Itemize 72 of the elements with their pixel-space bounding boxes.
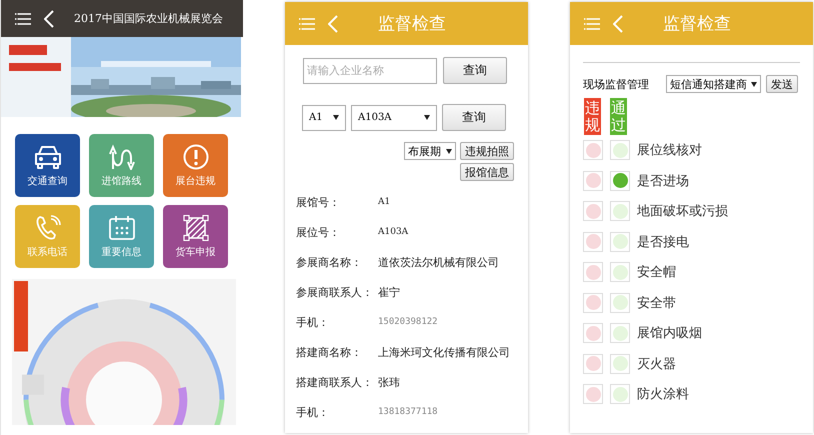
check-item-label: 展位线核对 [637, 142, 702, 160]
check-item-label: 防火涂料 [637, 386, 689, 404]
field-label: 展位号： [296, 224, 341, 240]
violation-checkbox[interactable] [583, 262, 603, 282]
pass-checkbox[interactable] [610, 354, 630, 374]
field-label: 手机： [296, 404, 330, 420]
menu-icon[interactable] [14, 12, 32, 26]
pass-checkbox[interactable] [610, 292, 630, 313]
field-value: 上海米珂文化传播有限公司 [378, 344, 510, 360]
caret-icon [333, 115, 339, 120]
check-item-label: 灭火器 [637, 356, 676, 373]
check-item-label: 地面破坏或污损 [637, 203, 728, 220]
hall-select[interactable]: A1 [302, 104, 346, 130]
notify-select[interactable]: 短信通知搭建商 [666, 75, 761, 93]
check-item-label: 安全带 [637, 294, 676, 312]
check-item-label: 安全帽 [637, 264, 676, 282]
pass-checkbox[interactable] [610, 262, 630, 282]
field-value: 15020398122 [378, 317, 438, 327]
violation-checkbox[interactable] [583, 140, 603, 160]
header-title: 监督检查 [378, 13, 446, 35]
menu-tile[interactable]: 交通查询 [15, 134, 80, 197]
company-search-field[interactable]: 请输入企业名称 [303, 58, 437, 84]
section-label: 现场监督管理 [583, 76, 650, 92]
car-icon [32, 144, 62, 170]
field-value: 13818377118 [378, 407, 438, 417]
field-value: 崔宁 [378, 284, 400, 300]
violation-checkbox[interactable] [583, 170, 603, 191]
violation-checkbox[interactable] [583, 354, 603, 374]
query-button[interactable]: 查询 [443, 57, 507, 84]
field-value: A103A [378, 227, 408, 237]
column-header: 违规 [584, 98, 601, 135]
violation-checkbox[interactable] [583, 323, 603, 344]
field-value: 道依茨法尔机械有限公司 [378, 254, 499, 270]
violation-checkbox[interactable] [583, 232, 603, 252]
alert-icon [180, 144, 210, 170]
back-icon[interactable] [44, 10, 54, 28]
field-label: 参展商名称： [296, 254, 363, 270]
menu-tile[interactable]: 货车申报 [163, 205, 228, 268]
pass-checkbox[interactable] [610, 384, 630, 404]
field-label: 展馆号： [296, 194, 341, 210]
pass-checkbox[interactable] [610, 201, 630, 222]
caret-icon [424, 115, 430, 120]
header-title: 2017中国国际农业机械展览会 [74, 11, 223, 26]
field-value: 张玮 [378, 374, 400, 390]
column-header: 通过 [610, 98, 627, 135]
caret-icon [751, 82, 757, 86]
period-select[interactable]: 布展期 [404, 142, 456, 160]
check-item-label: 是否进场 [637, 172, 689, 190]
send-button[interactable]: 发送 [766, 75, 798, 93]
violation-checkbox[interactable] [583, 292, 603, 313]
query-button[interactable]: 查询 [442, 104, 506, 131]
hatched-square-icon [180, 214, 210, 240]
pass-checkbox[interactable] [610, 140, 630, 160]
pass-checkbox[interactable] [610, 170, 630, 191]
violation-photo-button[interactable]: 违规拍照 [460, 142, 514, 160]
caret-icon [446, 148, 452, 154]
header-title: 监督检查 [663, 13, 731, 35]
check-item-label: 展馆内吸烟 [637, 325, 702, 342]
pass-checkbox[interactable] [610, 323, 630, 344]
route-arrows-icon [106, 144, 136, 170]
booth-select[interactable]: A103A [351, 104, 437, 130]
field-value: A1 [378, 197, 390, 207]
field-label: 参展商联系人： [296, 284, 374, 300]
check-item-label: 是否接电 [637, 234, 689, 251]
violation-checkbox[interactable] [583, 384, 603, 404]
report-info-button[interactable]: 报馆信息 [460, 163, 514, 181]
violation-checkbox[interactable] [583, 201, 603, 222]
field-label: 搭建商名称： [296, 344, 363, 360]
calendar-icon [106, 214, 136, 240]
pass-checkbox[interactable] [610, 232, 630, 252]
field-label: 手机： [296, 314, 330, 330]
field-label: 搭建商联系人： [296, 374, 374, 390]
